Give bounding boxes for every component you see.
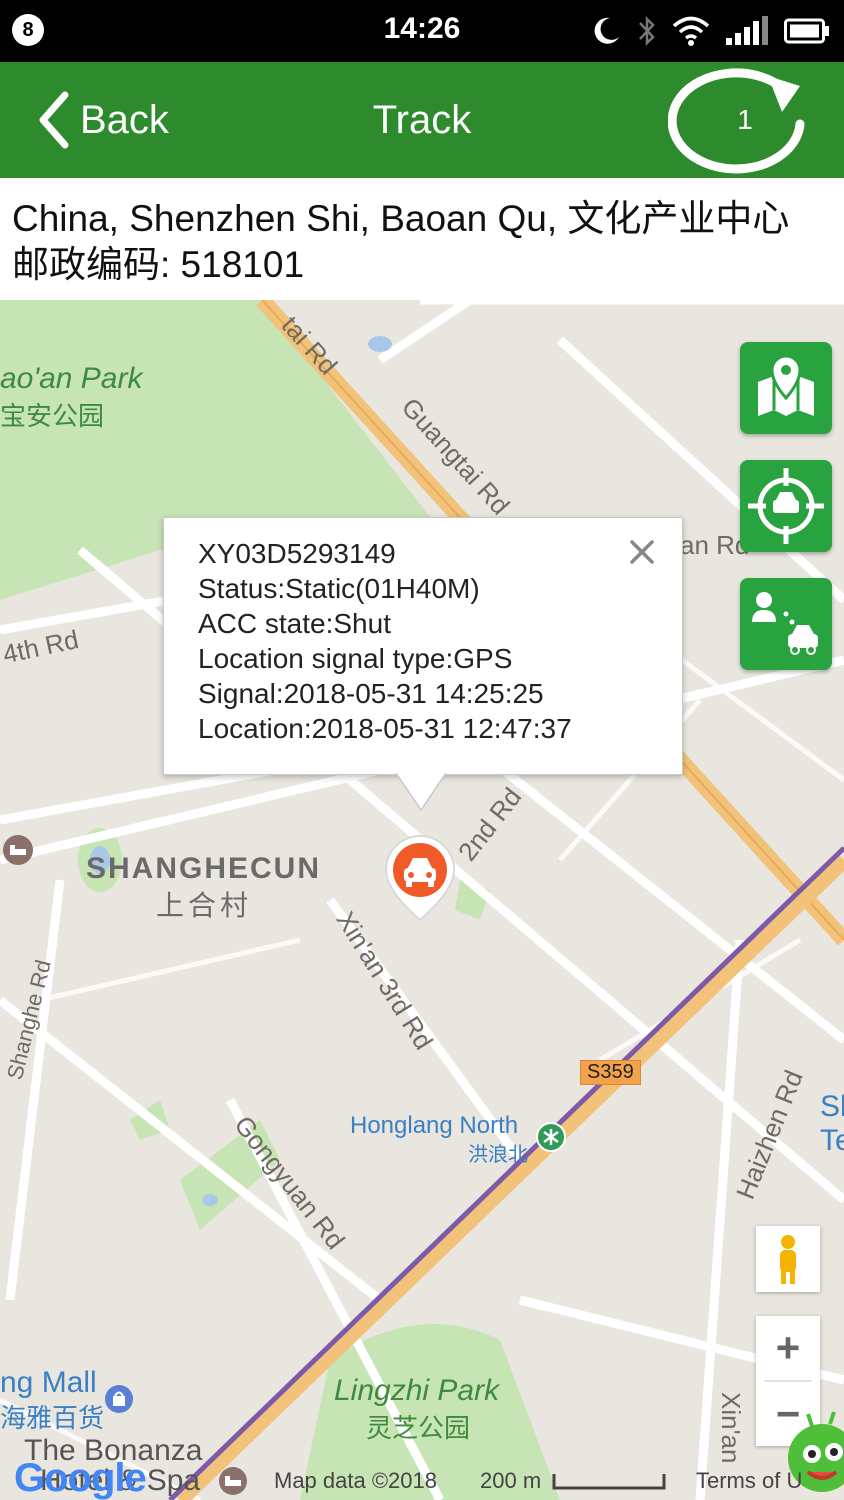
hotel-icon [3, 835, 33, 865]
map-label-district: SHANGHECUN [86, 852, 322, 885]
map-label-station-zh: 洪浪北 [468, 1144, 528, 1166]
nav-bar: Back Track 1 [0, 62, 844, 178]
person-to-car-button[interactable] [740, 578, 832, 670]
vehicle-marker[interactable] [382, 832, 458, 924]
metro-station-icon [536, 1122, 566, 1152]
map-label-park-nw: ao'an Park [0, 362, 143, 395]
address-panel: China, Shenzhen Shi, Baoan Qu, 文化产业中心 邮政… [0, 178, 844, 300]
wifi-icon [672, 16, 710, 46]
map-label-road: an Rd [680, 530, 750, 560]
map-data-credit: Map data ©2018 [274, 1468, 437, 1493]
map-scale-label: 200 m [480, 1468, 542, 1493]
shopping-icon [105, 1385, 133, 1413]
map-label-edge: Sl [820, 1090, 844, 1123]
map-label-mall: ng Mall [0, 1366, 97, 1399]
person-car-icon [752, 592, 818, 655]
popup-status: Status:Static(01H40M) [198, 573, 480, 604]
bluetooth-icon [639, 15, 655, 47]
map-label-mall-zh: 海雅百货 [0, 1403, 105, 1433]
address-line-2: 邮政编码: 518101 [12, 244, 305, 285]
map-label-park-nw-zh: 宝安公园 [0, 401, 105, 431]
address-line-1: China, Shenzhen Shi, Baoan Qu, 文化产业中心 [12, 198, 790, 239]
target-car-icon [748, 468, 824, 544]
map-label-edge: Te [820, 1124, 844, 1157]
pegman-icon [780, 1235, 796, 1284]
map-label-station: Honglang North [350, 1112, 519, 1139]
zoom-in-button[interactable]: + [756, 1316, 820, 1380]
moon-icon [594, 17, 619, 44]
map-label-park-s: Lingzhi Park [334, 1374, 500, 1407]
google-logo: Google [14, 1456, 147, 1500]
map-label-highway: S359 [580, 1060, 641, 1085]
refresh-count: 1 [737, 104, 753, 135]
street-view-button[interactable] [756, 1226, 820, 1292]
popup-device-id: XY03D5293149 [198, 538, 396, 569]
status-bar: 8 14:26 [0, 0, 844, 62]
signal-icon [726, 16, 768, 45]
map-footer: Google Map data ©2018 200 m Terms of U [0, 1456, 844, 1500]
map-pin-icon [758, 354, 814, 416]
vehicle-info-popup: XY03D5293149 Status:Static(01H40M) ACC s… [163, 517, 683, 775]
map-view[interactable]: ao'an Park 宝安公园 tai Rd Guangtai Rd an Rd… [0, 300, 844, 1500]
status-icons [590, 12, 830, 50]
terms-link[interactable]: Terms of U [696, 1468, 802, 1494]
refresh-button[interactable]: 1 [667, 66, 822, 178]
map-label-district-zh: 上合村 [156, 890, 253, 921]
battery-icon [784, 18, 829, 44]
map-label-road: Xin'an [716, 1392, 746, 1464]
popup-signal-time: Signal:2018-05-31 14:25:25 [198, 678, 544, 709]
popup-tail [396, 772, 446, 812]
map-scale-bar [552, 1474, 666, 1490]
map-type-button[interactable] [740, 342, 832, 434]
locate-vehicle-button[interactable] [740, 460, 832, 552]
close-icon[interactable] [628, 538, 656, 566]
popup-signal-type: Location signal type:GPS [198, 643, 513, 674]
popup-location-time: Location:2018-05-31 12:47:37 [198, 713, 572, 744]
popup-acc: ACC state:Shut [198, 608, 391, 639]
map-label-park-s-zh: 灵芝公园 [366, 1413, 471, 1443]
